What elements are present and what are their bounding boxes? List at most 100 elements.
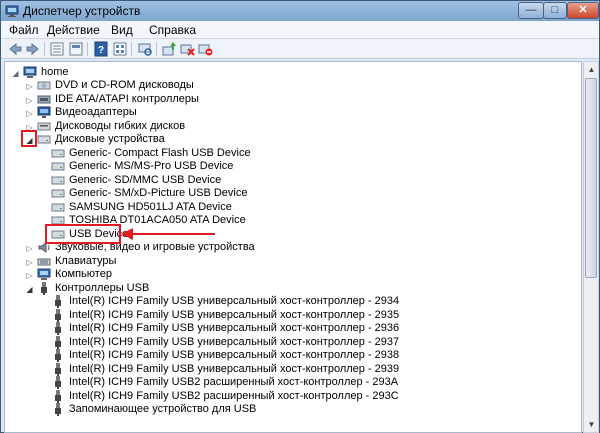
device-label: Intel(R) ICH9 Family USB универсальный х… [69,349,400,361]
usb-controller-item[interactable]: Intel(R) ICH9 Family USB универсальный х… [51,336,399,349]
category-dvd-cdrom[interactable]: ▷ DVD и CD-ROM дисководы [25,79,325,92]
disk-device-item[interactable]: Generic- MS/MS-Pro USB Device [51,160,311,173]
disk-device-item[interactable]: Generic- SM/xD-Picture USB Device [51,187,311,200]
vertical-scrollbar[interactable]: ▲ ▼ [583,61,599,433]
device-tree[interactable]: ◢ home ▷ DVD и CD-ROM дисководы ▷ IDE AT… [4,61,582,433]
device-label: Intel(R) ICH9 Family USB2 расширенный хо… [69,390,399,402]
usb-controller-item[interactable]: Intel(R) ICH9 Family USB2 расширенный хо… [51,376,398,389]
device-manager-window: Диспетчер устройств — □ ✕ Файл Действие … [0,0,600,433]
category-label: Компьютер [55,268,112,280]
tree-root-label: home [41,66,69,78]
category-label: Клавиатуры [55,255,117,267]
expand-arrow-icon[interactable]: ▷ [25,107,34,118]
uninstall-device-icon[interactable] [197,41,213,57]
category-label: IDE ATA/ATAPI контроллеры [55,93,199,105]
expand-arrow-icon[interactable]: ▷ [25,242,34,253]
usb-controller-item[interactable]: Intel(R) ICH9 Family USB универсальный х… [51,309,399,322]
category-disk-drives[interactable]: ◢ Дисковые устройства [25,133,325,146]
menu-action[interactable]: Действие [47,23,100,37]
svg-text:?: ? [98,45,104,56]
show-hidden-icon[interactable] [68,41,84,57]
expand-arrow-icon[interactable]: ▷ [25,94,34,105]
collapse-arrow-icon[interactable]: ◢ [25,283,34,294]
menu-help[interactable]: Справка [149,23,196,37]
window-title: Диспетчер устройств [23,4,141,18]
scroll-down-arrow-icon[interactable]: ▼ [587,420,596,429]
category-keyboards[interactable]: ▷ Клавиатуры [25,255,325,268]
title-bar[interactable]: Диспетчер устройств — □ ✕ [1,1,599,21]
computer-icon [37,268,51,280]
category-usb-controllers[interactable]: ◢ Контроллеры USB [25,282,325,295]
usb-controller-item[interactable]: Intel(R) ICH9 Family USB универсальный х… [51,363,399,376]
disk-drive-icon [51,203,65,212]
device-label: Generic- SD/MMC USB Device [69,174,222,186]
device-manager-app-icon [5,5,19,17]
category-label: Контроллеры USB [55,282,150,294]
category-floppy-drives[interactable]: ▷ Дисководы гибких дисков [25,120,325,133]
device-label: Intel(R) ICH9 Family USB2 расширенный хо… [69,376,399,388]
expand-arrow-icon[interactable]: ▷ [25,80,34,91]
category-label: DVD и CD-ROM дисководы [55,79,194,91]
forward-icon[interactable] [25,41,41,57]
usb-controller-item[interactable]: Запоминающее устройство для USB [51,403,381,416]
device-label: Generic- SM/xD-Picture USB Device [69,187,248,199]
usb-plug-icon [41,282,47,295]
disk-drive-icon [51,189,65,198]
view-icon[interactable] [112,41,128,57]
usb-plug-icon [55,349,61,362]
back-icon[interactable] [7,41,23,57]
usb-plug-icon [55,336,61,349]
disk-drive-icon [37,135,51,144]
category-label: Видеоадаптеры [55,106,137,118]
collapse-arrow-icon[interactable]: ◢ [11,67,20,78]
device-label: SAMSUNG HD501LJ ATA Device [69,201,232,213]
scan-hardware-icon[interactable] [137,41,153,57]
usb-plug-icon [55,363,61,376]
scrollbar-thumb[interactable] [585,78,597,278]
close-button[interactable]: ✕ [567,2,599,19]
category-ide-controllers[interactable]: ▷ IDE ATA/ATAPI контроллеры [25,93,325,106]
tree-root-home[interactable]: ◢ home [11,66,211,79]
red-arrow-icon [121,228,215,240]
device-label: Intel(R) ICH9 Family USB универсальный х… [69,322,400,334]
usb-plug-icon [55,390,61,403]
category-video-adapters[interactable]: ▷ Видеоадаптеры [25,106,325,119]
disk-drive-icon [51,149,65,158]
ide-controller-icon [37,95,51,104]
minimize-button[interactable]: — [518,2,544,19]
scroll-up-arrow-icon[interactable]: ▲ [587,65,596,74]
device-label: Intel(R) ICH9 Family USB универсальный х… [69,336,400,348]
disk-drive-icon [51,176,65,185]
usb-controller-item[interactable]: Intel(R) ICH9 Family USB2 расширенный хо… [51,390,399,403]
device-label: Intel(R) ICH9 Family USB универсальный х… [69,363,400,375]
toolbar-separator [131,42,132,56]
disable-device-icon[interactable] [179,41,195,57]
usb-controller-item[interactable]: Intel(R) ICH9 Family USB универсальный х… [51,295,399,308]
expand-arrow-icon[interactable]: ▷ [25,269,34,280]
display-adapter-icon [37,106,51,118]
maximize-button[interactable]: □ [543,2,567,19]
disk-device-item[interactable]: Generic- SD/MMC USB Device [51,174,311,187]
menu-file[interactable]: Файл [9,23,39,37]
usb-plug-icon [55,309,61,322]
device-label: Generic- Compact Flash USB Device [69,147,251,159]
toolbar-separator [156,42,157,56]
category-computer[interactable]: ▷ Компьютер [25,268,325,281]
category-label: Дисковые устройства [55,133,165,145]
keyboard-icon [37,258,51,266]
help-icon[interactable]: ? [93,41,109,57]
disk-drive-icon [51,162,65,171]
properties-list-icon[interactable] [49,41,65,57]
floppy-drive-icon [37,122,51,131]
menu-bar: Файл Действие Вид Справка [1,21,599,39]
toolbar-separator [44,42,45,56]
expand-arrow-icon[interactable]: ▷ [25,256,34,267]
menu-view[interactable]: Вид [111,23,133,37]
usb-controller-item[interactable]: Intel(R) ICH9 Family USB универсальный х… [51,349,399,362]
usb-controller-item[interactable]: Intel(R) ICH9 Family USB универсальный х… [51,322,399,335]
update-driver-icon[interactable] [161,41,177,57]
toolbar-separator [87,42,88,56]
highlight-usb-device [45,224,121,244]
disk-device-item[interactable]: Generic- Compact Flash USB Device [51,147,311,160]
disk-device-item[interactable]: SAMSUNG HD501LJ ATA Device [51,201,311,214]
